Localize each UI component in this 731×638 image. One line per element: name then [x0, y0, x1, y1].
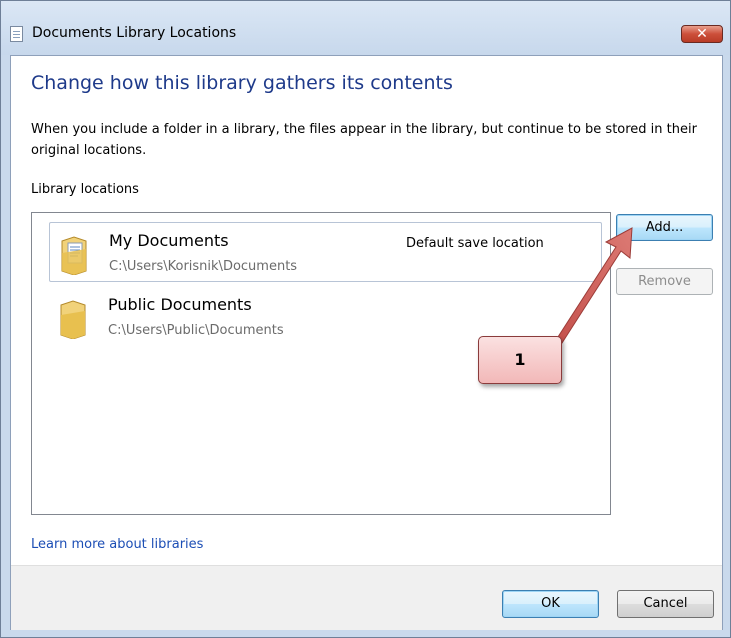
close-icon: ✕	[696, 26, 708, 42]
location-path: C:\Users\Public\Documents	[108, 323, 284, 338]
location-name: My Documents	[109, 231, 229, 250]
library-locations-label: Library locations	[31, 182, 139, 197]
dialog-footer: OK Cancel	[11, 565, 722, 630]
dialog-window: Documents Library Locations ✕ Change how…	[0, 0, 731, 638]
dialog-content: Change how this library gathers its cont…	[10, 55, 723, 630]
cancel-button[interactable]: Cancel	[617, 590, 714, 618]
documents-folder-icon	[61, 236, 87, 275]
ok-button[interactable]: OK	[502, 590, 599, 618]
page-title: Change how this library gathers its cont…	[31, 72, 453, 94]
step-callout: 1	[478, 336, 562, 384]
title-bar[interactable]: Documents Library Locations ✕	[1, 1, 730, 55]
learn-more-link[interactable]: Learn more about libraries	[31, 537, 203, 552]
location-path: C:\Users\Korisnik\Documents	[109, 259, 298, 274]
remove-button[interactable]: Remove	[616, 268, 713, 295]
close-button[interactable]: ✕	[681, 25, 723, 43]
location-name: Public Documents	[108, 295, 252, 314]
description-text: When you include a folder in a library, …	[31, 122, 697, 158]
window-title: Documents Library Locations	[32, 25, 237, 41]
folder-icon	[60, 300, 86, 339]
list-item-my-documents[interactable]: My Documents C:\Users\Korisnik\Documents…	[49, 222, 602, 282]
add-button[interactable]: Add...	[616, 214, 713, 241]
library-document-icon	[10, 26, 23, 42]
default-save-badge: Default save location	[406, 236, 544, 251]
